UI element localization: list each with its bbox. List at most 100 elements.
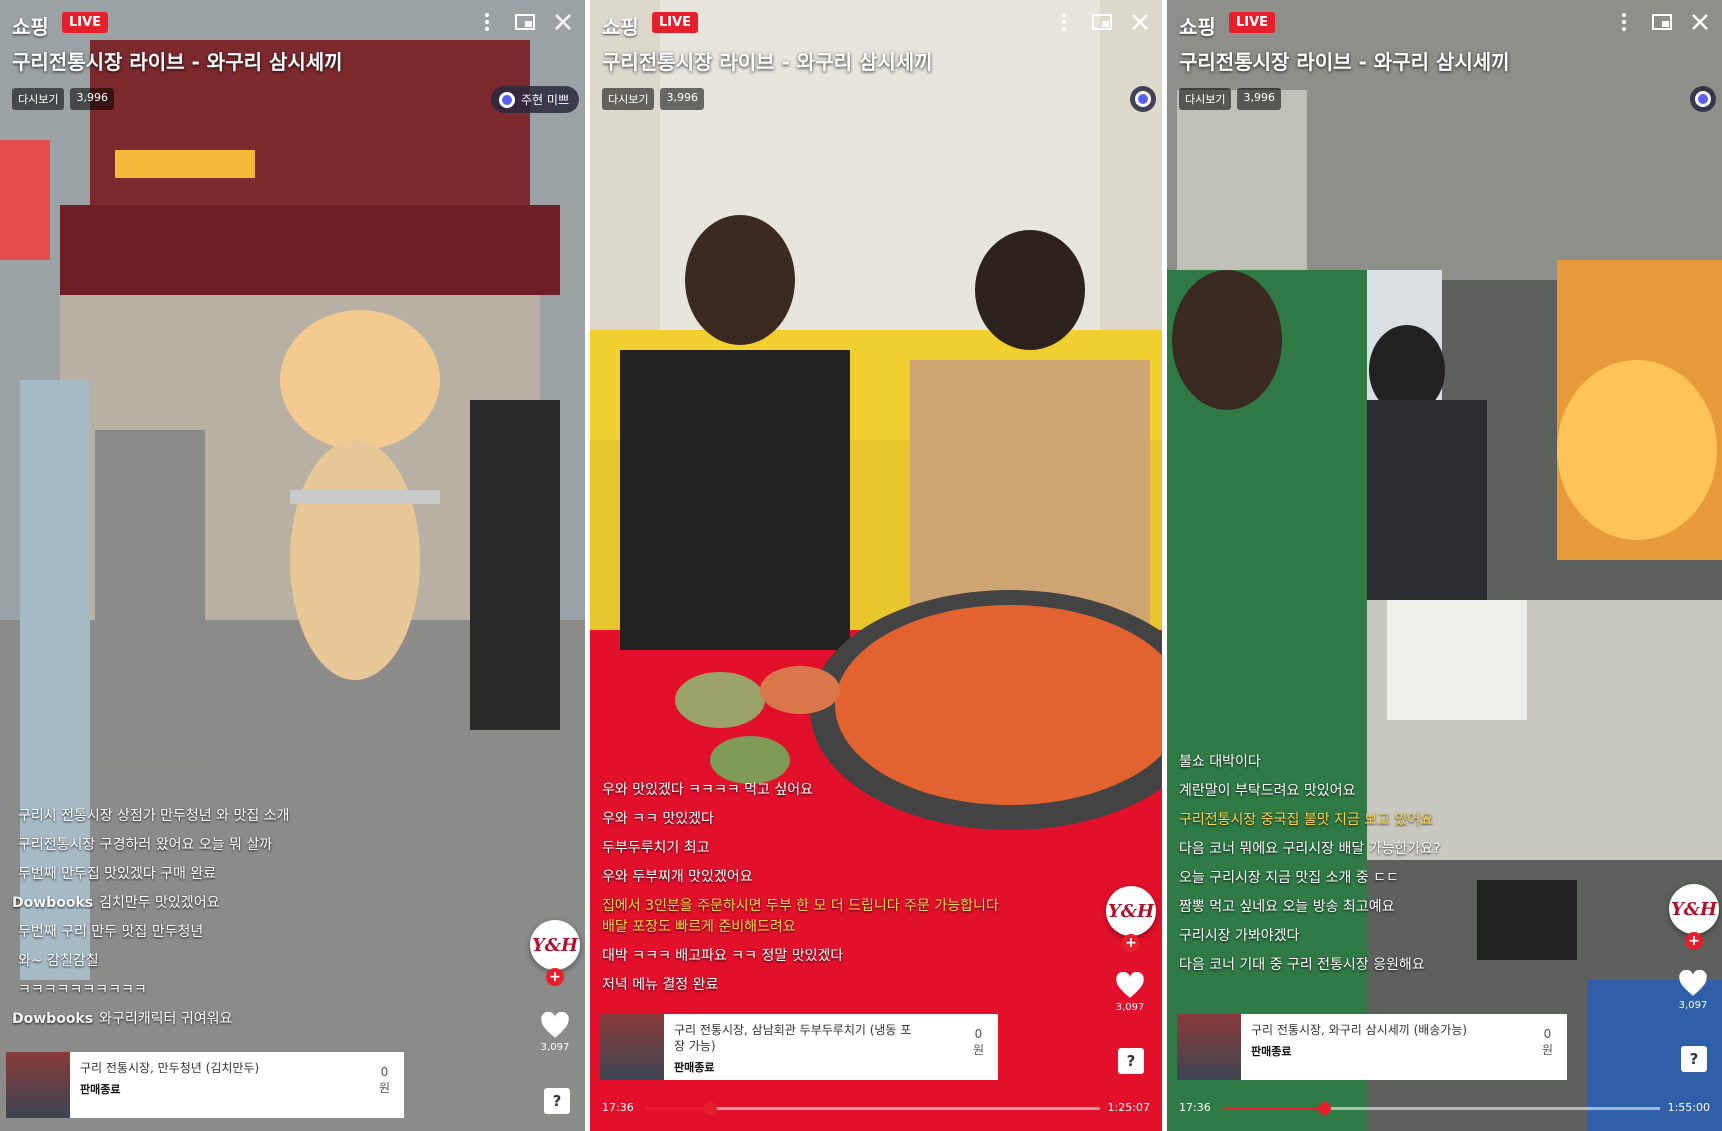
- chat-message: 두부두루치기 최고: [602, 840, 710, 856]
- product-name: 구리 전통시장, 삼남회관 두부두루치기 (냉동 포장 가능): [674, 1023, 912, 1053]
- chat-message: Dowbooks 와구리캐릭터 귀여워요: [12, 1011, 233, 1027]
- chat-message: 와~ 감칠감칠: [18, 953, 99, 969]
- top-icons: [475, 10, 575, 34]
- like-count: 3,097: [1678, 1000, 1708, 1011]
- viewer-count: 3,996: [660, 88, 704, 110]
- playback-progress[interactable]: 17:36 1:55:00: [1179, 1099, 1710, 1119]
- close-icon[interactable]: [551, 10, 575, 34]
- follow-plus-icon[interactable]: +: [1122, 934, 1140, 952]
- viewer-count: 3,996: [70, 88, 114, 110]
- product-price: 0원: [972, 1027, 984, 1057]
- chat-message: 우와 맛있겠다 ㅋㅋㅋㅋ 먹고 싶어요: [602, 782, 813, 798]
- chat-message-highlighted: 구리전통시장 중국집 불맛 지금 보고 있어요: [1179, 812, 1434, 828]
- viewer-badges: 다시보기 3,996: [602, 88, 704, 110]
- top-bar: 쇼핑 LIVE: [600, 8, 1152, 39]
- broadcast-title: 구리전통시장 라이브 - 와구리 삼시세끼: [602, 50, 933, 74]
- product-info: 구리 전통시장, 만두청년 (김치만두) 판매종료 0원: [70, 1052, 404, 1118]
- replay-badge: 다시보기: [1179, 88, 1232, 110]
- brand-channel-button[interactable]: Y&H: [530, 920, 580, 970]
- follow-plus-icon[interactable]: +: [546, 968, 564, 986]
- product-price: 0원: [378, 1065, 390, 1095]
- like-button[interactable]: 3,097: [1671, 969, 1715, 1011]
- top-icons: [1612, 10, 1712, 34]
- viewer-badges: 다시보기 3,996: [12, 88, 114, 110]
- help-button[interactable]: ?: [544, 1088, 570, 1114]
- progress-handle[interactable]: [703, 1102, 717, 1115]
- chat-message: 짬뽕 먹고 싶네요 오늘 방송 최고예요: [1179, 899, 1395, 915]
- chat-message: 오늘 구리시장 지금 맛집 소개 중 ㄷㄷ: [1179, 870, 1399, 886]
- total-time: 1:55:00: [1667, 1101, 1710, 1114]
- progress-handle[interactable]: [1317, 1102, 1331, 1115]
- heart-icon: [541, 1011, 569, 1038]
- host-avatar-icon: [499, 91, 516, 108]
- chat-message: 계란말이 부탁드려요 맛있어요: [1179, 783, 1356, 799]
- progress-fill: [1223, 1107, 1324, 1110]
- chat-message: 두번째 만두집 맛있겠다 구매 완료: [18, 866, 217, 882]
- close-icon[interactable]: [1688, 10, 1712, 34]
- live-badge: LIVE: [62, 12, 109, 33]
- chat-message: 구리전통시장 구경하러 왔어요 오늘 뭐 살까: [18, 837, 273, 853]
- viewer-count: 3,996: [1237, 88, 1281, 110]
- host-tag[interactable]: 주현 미쁘: [491, 86, 579, 113]
- picture-in-picture-icon[interactable]: [1650, 10, 1674, 34]
- product-thumbnail: [6, 1052, 70, 1118]
- product-card[interactable]: 구리 전통시장, 삼남회관 두부두루치기 (냉동 포장 가능) 판매종료 0원: [600, 1014, 998, 1080]
- like-button[interactable]: 3,097: [1108, 971, 1152, 1013]
- chat-message: 구리시장 가봐야겠다: [1179, 928, 1300, 944]
- progress-track[interactable]: [1223, 1102, 1660, 1115]
- shopping-brand: 쇼핑: [602, 15, 639, 39]
- product-name: 구리 전통시장, 와구리 삼시세끼 (배송가능): [1251, 1023, 1468, 1037]
- like-button[interactable]: 3,097: [533, 1011, 577, 1053]
- elapsed-time: 17:36: [602, 1101, 634, 1114]
- chat-message: 우와 두부찌개 맛있겠어요: [602, 869, 753, 885]
- elapsed-time: 17:36: [1179, 1101, 1211, 1114]
- chat-message: 우와 ㅋㅋ 맛있겠다: [602, 811, 714, 827]
- host-name: 주현 미쁘: [521, 93, 569, 107]
- chat-message: 구리시 전통시장 상점가 만두청년 와 맛집 소개: [18, 808, 290, 824]
- total-time: 1:25:07: [1107, 1101, 1150, 1114]
- live-badge: LIVE: [652, 12, 699, 33]
- progress-fill: [646, 1107, 710, 1110]
- chat-message: 다음 코너 뭐에요 구리시장 배달 가능한가요?: [1179, 841, 1441, 857]
- more-vertical-icon[interactable]: [1612, 10, 1636, 34]
- product-card[interactable]: 구리 전통시장, 와구리 삼시세끼 (배송가능) 판매종료 0원: [1177, 1014, 1567, 1080]
- chat-message: 다음 코너 기대 중 구리 전통시장 응원해요: [1179, 957, 1425, 973]
- chat-message-highlighted: 집에서 3인분을 주문하시면 두부 한 모 더 드립니다 주문 가능합니다 배달…: [602, 898, 999, 935]
- replay-badge: 다시보기: [602, 88, 655, 110]
- product-card[interactable]: 구리 전통시장, 만두청년 (김치만두) 판매종료 0원: [6, 1052, 404, 1118]
- chat-message: 두번째 구리 만두 맛집 만두청년: [18, 924, 204, 940]
- live-panel-1: 쇼핑 LIVE 구리전통시장 라이브 - 와구리 삼시세끼 다시보기 3,996…: [0, 0, 585, 1131]
- product-status: 판매종료: [674, 1061, 715, 1074]
- brand-channel-button[interactable]: Y&H: [1669, 884, 1719, 934]
- progress-track[interactable]: [646, 1102, 1100, 1115]
- more-vertical-icon[interactable]: [475, 10, 499, 34]
- brand-channel-button[interactable]: Y&H: [1106, 886, 1156, 936]
- chat-message: ㅋㅋㅋㅋㅋㅋㅋㅋㅋㅋ: [18, 982, 147, 998]
- follow-plus-icon[interactable]: +: [1685, 932, 1703, 950]
- close-icon[interactable]: [1128, 10, 1152, 34]
- viewer-badges: 다시보기 3,996: [1179, 88, 1281, 110]
- host-tag[interactable]: [1130, 86, 1156, 112]
- picture-in-picture-icon[interactable]: [513, 10, 537, 34]
- like-count: 3,097: [1115, 1002, 1145, 1013]
- host-avatar-icon: [1695, 91, 1711, 107]
- help-button[interactable]: ?: [1118, 1048, 1144, 1074]
- live-badge: LIVE: [1229, 12, 1276, 33]
- chat-message: 대박 ㅋㅋㅋ 배고파요 ㅋㅋ 정말 맛있겠다: [602, 948, 844, 964]
- product-info: 구리 전통시장, 와구리 삼시세끼 (배송가능) 판매종료 0원: [1241, 1014, 1567, 1080]
- live-panel-2: 쇼핑 LIVE 구리전통시장 라이브 - 와구리 삼시세끼 다시보기 3,996…: [590, 0, 1162, 1131]
- picture-in-picture-icon[interactable]: [1090, 10, 1114, 34]
- like-count: 3,097: [540, 1042, 570, 1053]
- product-price: 0원: [1541, 1027, 1553, 1057]
- host-tag[interactable]: [1690, 86, 1716, 112]
- chat-message: 저녁 메뉴 결정 완료: [602, 977, 719, 993]
- top-icons: [1052, 10, 1152, 34]
- help-button[interactable]: ?: [1681, 1046, 1707, 1072]
- playback-progress[interactable]: 17:36 1:25:07: [602, 1099, 1150, 1119]
- product-status: 판매종료: [80, 1083, 121, 1096]
- product-thumbnail: [600, 1014, 664, 1080]
- shopping-brand: 쇼핑: [1179, 15, 1216, 39]
- more-vertical-icon[interactable]: [1052, 10, 1076, 34]
- chat-feed: 우와 맛있겠다 ㅋㅋㅋㅋ 먹고 싶어요 우와 ㅋㅋ 맛있겠다 두부두루치기 최고…: [602, 780, 1092, 1004]
- chat-feed: 구리시 전통시장 상점가 만두청년 와 맛집 소개 구리전통시장 구경하러 왔어…: [12, 806, 515, 1038]
